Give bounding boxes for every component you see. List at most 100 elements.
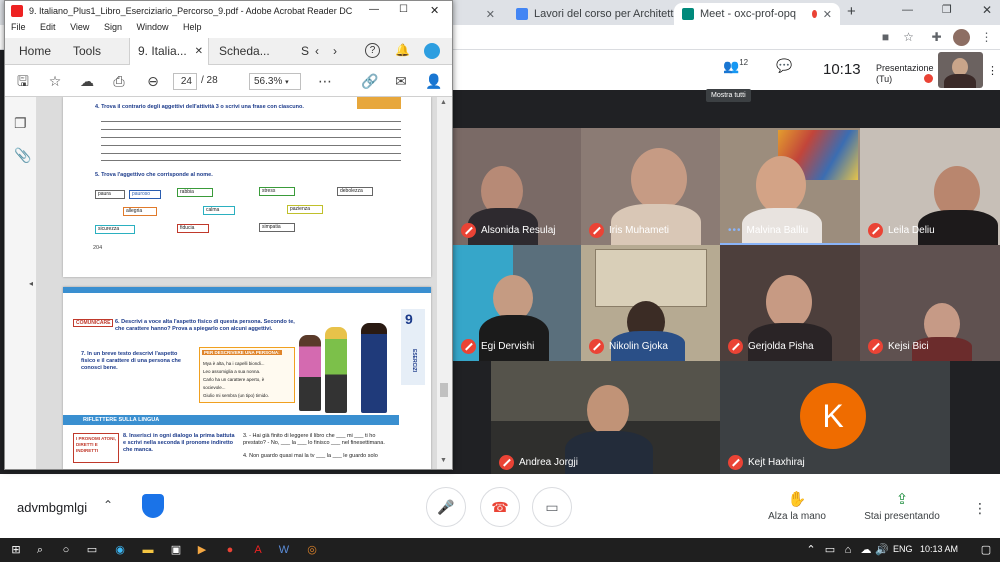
- upload-cloud-icon[interactable]: ☁: [79, 73, 95, 89]
- scroll-up-icon[interactable]: ▲: [440, 99, 447, 106]
- self-menu-icon[interactable]: ⋮: [987, 64, 998, 77]
- bookmark-star-icon[interactable]: ☆: [47, 73, 63, 89]
- participant-tile[interactable]: Iris Muhameti: [581, 128, 720, 245]
- media-player-icon[interactable]: ▶: [194, 542, 210, 558]
- minimize-window-icon[interactable]: —: [369, 4, 379, 15]
- windows-start-icon[interactable]: ⊞: [8, 542, 24, 558]
- input-language[interactable]: ENG: [893, 544, 913, 554]
- menu-file[interactable]: File: [11, 22, 26, 32]
- people-count: 12: [739, 58, 749, 67]
- tab-s[interactable]: S: [293, 38, 317, 65]
- account-avatar[interactable]: [424, 43, 440, 59]
- presentation-label[interactable]: Presentazione (Tu): [876, 63, 934, 85]
- participant-tile[interactable]: Andrea Jorgji: [491, 361, 720, 477]
- collapse-panel-icon[interactable]: ◂: [29, 279, 33, 288]
- acrobat-icon[interactable]: A: [250, 542, 266, 558]
- network-icon[interactable]: ⌂: [840, 542, 856, 558]
- scroll-down-icon[interactable]: ▼: [440, 457, 447, 464]
- save-icon[interactable]: 🖫: [15, 73, 31, 89]
- app-icon[interactable]: ◎: [304, 542, 320, 558]
- participant-tile[interactable]: K Kejt Haxhiraj: [720, 361, 950, 477]
- notifications-icon[interactable]: ▢: [978, 542, 994, 558]
- participant-name: Andrea Jorgji: [519, 457, 578, 468]
- chat-icon[interactable]: 💬: [776, 58, 792, 74]
- minimize-window-icon[interactable]: —: [902, 4, 913, 16]
- tab-tools[interactable]: Tools: [65, 38, 109, 65]
- participant-tile[interactable]: Gerjolda Pisha: [720, 245, 860, 361]
- vertical-scrollbar[interactable]: ▲ ▼: [437, 97, 452, 469]
- participant-tile[interactable]: Alsonida Resulaj: [453, 128, 581, 245]
- meeting-details-chevron-icon[interactable]: ⌃: [103, 498, 113, 512]
- tray-chevron-icon[interactable]: ⌃: [803, 542, 819, 558]
- menu-window[interactable]: Window: [136, 22, 168, 32]
- tab-scroll-right-icon[interactable]: ›: [333, 44, 337, 58]
- participant-tile[interactable]: Egi Dervishi: [453, 245, 581, 361]
- more-tools-icon[interactable]: ⋯: [317, 73, 333, 89]
- menu-edit[interactable]: Edit: [40, 22, 56, 32]
- word-chip: sicurezza: [95, 225, 135, 234]
- browser-tab-1[interactable]: ✕: [455, 3, 503, 25]
- notifications-bell-icon[interactable]: 🔔: [395, 43, 410, 57]
- share-link-icon[interactable]: 🔗: [361, 73, 378, 89]
- task-view-icon[interactable]: ▭: [84, 542, 100, 558]
- browser-menu-icon[interactable]: ⋮: [978, 29, 995, 46]
- menu-view[interactable]: View: [70, 22, 89, 32]
- close-window-icon[interactable]: ✕: [982, 3, 992, 17]
- tab-document-label: 9. Italia...: [138, 44, 187, 58]
- store-icon[interactable]: ▣: [168, 542, 184, 558]
- print-icon[interactable]: ⎙: [111, 73, 127, 89]
- chrome-icon[interactable]: ●: [222, 542, 238, 558]
- cortana-icon[interactable]: ○: [58, 542, 74, 558]
- camera-button[interactable]: ▭: [532, 487, 572, 527]
- zoom-out-icon[interactable]: ⊖: [145, 73, 161, 89]
- camera-blocked-icon[interactable]: ■: [877, 29, 894, 46]
- attachments-icon[interactable]: 📎: [14, 147, 31, 164]
- more-options-icon[interactable]: ⋮: [973, 500, 987, 517]
- profile-avatar[interactable]: [953, 29, 970, 46]
- word-icon[interactable]: W: [276, 542, 292, 558]
- document-view[interactable]: 4. Trova il contrario degli aggettivi de…: [37, 97, 452, 469]
- close-tab-icon[interactable]: ✕: [823, 8, 832, 21]
- close-window-icon[interactable]: ✕: [430, 4, 439, 17]
- tab-home[interactable]: Home: [11, 38, 59, 65]
- help-icon[interactable]: ?: [365, 43, 380, 58]
- people-icon[interactable]: 👥12: [723, 58, 748, 74]
- edge-icon[interactable]: ◉: [112, 542, 128, 558]
- volume-icon[interactable]: 🔊: [874, 542, 890, 558]
- system-clock[interactable]: 10:13 AM: [920, 544, 958, 554]
- bookmark-star-icon[interactable]: ☆: [900, 29, 917, 46]
- end-call-button[interactable]: ☎: [480, 487, 520, 527]
- browser-tab-classroom[interactable]: Lavori del corso per Architettu ✕: [508, 3, 674, 25]
- tooltip: Mostra tutti: [706, 89, 751, 102]
- email-icon[interactable]: ✉: [393, 73, 409, 89]
- close-tab-icon[interactable]: ✕: [486, 8, 495, 21]
- close-tab-icon[interactable]: ✕: [195, 38, 203, 65]
- participant-tile[interactable]: Leila Deliu: [860, 128, 1000, 245]
- scrollbar-thumb[interactable]: [440, 383, 448, 397]
- presenting-button[interactable]: ⇪ Stai presentando: [862, 490, 942, 522]
- browser-tab-meet[interactable]: Meet - oxc-prof-opq ✕: [674, 3, 840, 25]
- page-number-input[interactable]: 24: [173, 73, 197, 90]
- add-user-icon[interactable]: 👤: [425, 73, 442, 89]
- search-icon[interactable]: ⌕: [32, 542, 48, 558]
- zoom-level-select[interactable]: 56.3% ▾: [249, 73, 301, 90]
- security-shield-icon[interactable]: [142, 494, 164, 518]
- tab-scroll-left-icon[interactable]: ‹: [315, 44, 319, 58]
- restore-window-icon[interactable]: ❐: [942, 3, 952, 16]
- participant-tile[interactable]: Kejsi Bici: [860, 245, 1000, 361]
- participant-tile[interactable]: Nikolin Gjoka: [581, 245, 720, 361]
- microphone-button[interactable]: 🎤: [426, 487, 466, 527]
- battery-icon[interactable]: ▭: [822, 542, 838, 558]
- menu-help[interactable]: Help: [183, 22, 202, 32]
- maximize-window-icon[interactable]: ☐: [399, 4, 408, 15]
- menu-sign[interactable]: Sign: [104, 22, 122, 32]
- tab-document[interactable]: 9. Italia... ✕: [129, 38, 209, 65]
- extensions-icon[interactable]: ✚: [928, 29, 945, 46]
- new-tab-button[interactable]: +: [847, 3, 856, 20]
- cloud-icon[interactable]: ☁: [858, 542, 874, 558]
- tab-scheda[interactable]: Scheda...: [211, 38, 278, 65]
- raise-hand-button[interactable]: ✋ Alza la mano: [766, 490, 828, 522]
- participant-tile[interactable]: ••• Malvina Balliu: [720, 128, 860, 245]
- file-explorer-icon[interactable]: ▬: [140, 542, 156, 558]
- page-thumbnails-icon[interactable]: ❐: [14, 115, 27, 132]
